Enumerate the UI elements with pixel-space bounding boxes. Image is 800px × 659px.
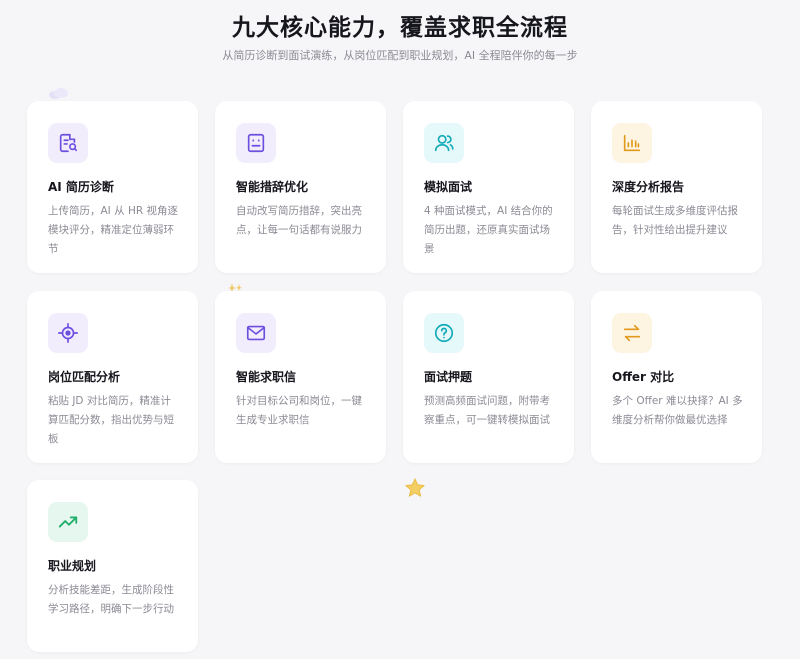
feature-card-cover-letter[interactable]: 智能求职信 针对目标公司和岗位，一键生成专业求职信	[215, 291, 386, 463]
feature-title: 智能求职信	[236, 370, 297, 384]
mail-icon	[246, 325, 266, 341]
target-icon	[58, 323, 78, 343]
feature-description: 自动改写简历措辞，突出亮点，让每一句话都有说服力	[236, 205, 362, 236]
feature-card-question-prediction[interactable]: 面试押题 预测高频面试问题，附带考察重点，可一键转模拟面试	[403, 291, 574, 463]
feature-title: 模拟面试	[424, 180, 473, 194]
feature-description: 4 种面试模式，AI 结合你的简历出题，还原真实面试场景	[424, 205, 553, 255]
trend-up-icon	[58, 516, 78, 528]
icon-container	[424, 123, 464, 163]
icon-container	[236, 313, 276, 353]
feature-title: 深度分析报告	[612, 180, 685, 194]
feature-card-offer-compare[interactable]: Offer 对比 多个 Offer 难以抉择？AI 多维度分析帮你做最优选择	[591, 291, 762, 463]
feature-title: 职业规划	[48, 559, 97, 573]
robot-icon	[247, 133, 265, 153]
feature-title: 面试押题	[424, 370, 473, 384]
feature-card-job-match[interactable]: 岗位匹配分析 粘贴 JD 对比简历，精准计算匹配分数，指出优势与短板	[27, 291, 198, 463]
question-icon	[434, 323, 454, 343]
icon-container	[48, 313, 88, 353]
resume-search-icon	[59, 133, 78, 153]
feature-description: 预测高频面试问题，附带考察重点，可一键转模拟面试	[424, 395, 550, 426]
star-icon	[405, 478, 425, 497]
feature-card-analysis-report[interactable]: 深度分析报告 每轮面试生成多维度评估报告，针对性给出提升建议	[591, 101, 762, 273]
users-icon	[434, 134, 454, 152]
feature-description: 针对目标公司和岗位，一键生成专业求职信	[236, 395, 362, 426]
feature-title: 岗位匹配分析	[48, 370, 121, 384]
feature-description: 上传简历，AI 从 HR 视角逐模块评分，精准定位薄弱环节	[48, 205, 178, 255]
feature-card-mock-interview[interactable]: 模拟面试 4 种面试模式，AI 结合你的简历出题，还原真实面试场景	[403, 101, 574, 273]
icon-container	[236, 123, 276, 163]
feature-card-career-plan[interactable]: 职业规划 分析技能差距，生成阶段性学习路径，明确下一步行动	[27, 480, 198, 652]
icon-container	[48, 123, 88, 163]
icon-container	[612, 123, 652, 163]
feature-title: AI 简历诊断	[48, 180, 114, 194]
feature-card-wording-optimization[interactable]: 智能措辞优化 自动改写简历措辞，突出亮点，让每一句话都有说服力	[215, 101, 386, 273]
feature-description: 多个 Offer 难以抉择？AI 多维度分析帮你做最优选择	[612, 395, 743, 426]
feature-title: Offer 对比	[612, 370, 675, 384]
feature-description: 粘贴 JD 对比简历，精准计算匹配分数，指出优势与短板	[48, 395, 174, 445]
feature-description: 每轮面试生成多维度评估报告，针对性给出提升建议	[612, 205, 738, 236]
compare-arrows-icon	[623, 324, 641, 342]
icon-container	[48, 502, 88, 542]
feature-description: 分析技能差距，生成阶段性学习路径，明确下一步行动	[48, 584, 174, 615]
section-title: 九大核心能力，覆盖求职全流程	[232, 15, 568, 41]
cloud-icon	[49, 88, 68, 99]
bar-chart-icon	[623, 134, 641, 152]
icon-container	[424, 313, 464, 353]
icon-container	[612, 313, 652, 353]
feature-card-resume-diagnosis[interactable]: AI 简历诊断 上传简历，AI 从 HR 视角逐模块评分，精准定位薄弱环节	[27, 101, 198, 273]
features-section: 九大核心能力，覆盖求职全流程 从简历诊断到面试演练，从岗位匹配到职业规划，AI …	[0, 0, 800, 659]
section-subtitle: 从简历诊断到面试演练，从岗位匹配到职业规划，AI 全程陪伴你的每一步	[222, 49, 578, 62]
feature-title: 智能措辞优化	[236, 180, 309, 194]
